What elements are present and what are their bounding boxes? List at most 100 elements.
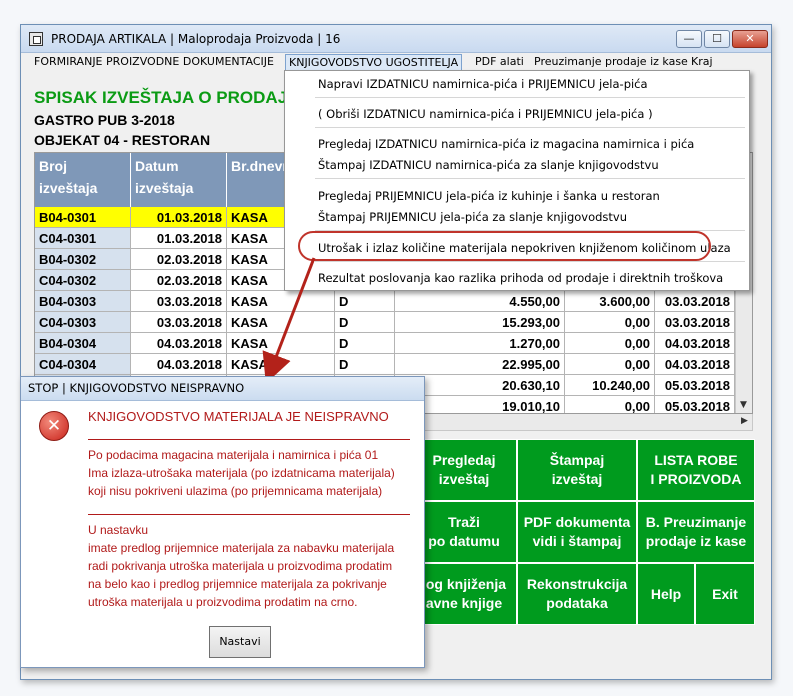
table-cell-broj: C04-0301	[35, 228, 131, 249]
error-icon: ✕	[39, 411, 69, 441]
table-cell-dnevnik: KASA	[227, 291, 335, 312]
table-row[interactable]: B04-0303 03.03.2018 KASA D 4.550,00 3.600,00 0…	[35, 291, 752, 312]
table-cell-iznos2: 0,00	[565, 396, 655, 413]
table-cell-iznos1: 4.550,00	[395, 291, 565, 312]
table-cell-iznos1: 15.293,00	[395, 312, 565, 333]
dialog-text-line: Po podacima magacina materijala i namirn…	[88, 448, 379, 462]
table-cell-dnevnik: KASA	[227, 333, 335, 354]
lista-robe-button[interactable]: LISTA ROBE I PROIZVODA	[637, 439, 755, 501]
page-title: SPISAK IZVEŠTAJA O PRODAJI RO	[34, 88, 323, 107]
menu-formiranje[interactable]: FORMIRANJE PROIZVODNE DOKUMENTACIJE	[31, 54, 277, 71]
pregled-knjizenja-button[interactable]: log knjiženja avne knjige	[411, 563, 517, 625]
table-cell-datum2: 05.03.2018	[655, 375, 735, 396]
pdf-dokumenta-button[interactable]: PDF dokumenta vidi i štampaj	[517, 501, 637, 563]
dialog-text-line: radi pokrivanja utroška materijala u pro…	[88, 559, 393, 573]
dialog-text-line: Ima izlaza-utrošaka materijala (po izdat…	[88, 466, 395, 480]
table-cell-datum2: 04.03.2018	[655, 354, 735, 375]
horizontal-scrollbar[interactable]: ▶	[421, 414, 753, 431]
table-row[interactable]: B04-0304 04.03.2018 KASA D 1.270,00 0,00 04.03…	[35, 333, 752, 354]
table-cell-datum: 02.03.2018	[131, 249, 227, 270]
column-header-broj[interactable]: Broj izveštaja	[35, 153, 131, 207]
table-cell-datum: 01.03.2018	[131, 228, 227, 249]
menu-separator	[315, 97, 745, 98]
table-cell-iznos1: 22.995,00	[395, 354, 565, 375]
scroll-down-icon[interactable]: ▼	[736, 398, 751, 413]
menu-item-stampaj-prijemnicu[interactable]: Štampaj PRIJEMNICU jela-pića za slanje k…	[318, 210, 627, 224]
table-cell-datum: 03.03.2018	[131, 312, 227, 333]
dialog-text-line: imate predlog prijemnice materijala za n…	[88, 541, 395, 555]
stampaj-izvestaj-button[interactable]: Štampaj izveštaj	[517, 439, 637, 501]
table-cell-iznos2: 0,00	[565, 333, 655, 354]
table-cell-tip: D	[335, 333, 395, 354]
menu-item-rezultat-poslovanja[interactable]: Rezultat poslovanja kao razlika prihoda …	[318, 271, 723, 285]
exit-button[interactable]: Exit	[695, 563, 755, 625]
table-cell-broj: C04-0303	[35, 312, 131, 333]
table-cell-datum2: 05.03.2018	[655, 396, 735, 413]
menu-separator	[315, 127, 745, 128]
menu-item-pregledaj-prijemnicu[interactable]: Pregledaj PRIJEMNICU jela-pića iz kuhinj…	[318, 189, 660, 203]
pregledaj-izvestaj-button[interactable]: Pregledaj izveštaj	[411, 439, 517, 501]
minimize-button[interactable]: —	[676, 30, 702, 48]
table-cell-iznos2: 0,00	[565, 312, 655, 333]
table-cell-datum: 04.03.2018	[131, 354, 227, 375]
dialog-text-line: utroška materijala u proizvodima prodati…	[88, 595, 358, 609]
table-cell-iznos2: 3.600,00	[565, 291, 655, 312]
table-cell-datum: 01.03.2018	[131, 207, 227, 228]
maximize-button[interactable]: ☐	[704, 30, 730, 48]
rekonstrukcija-button[interactable]: Rekonstrukcija podataka	[517, 563, 637, 625]
table-cell-broj: B04-0304	[35, 333, 131, 354]
trazi-po-datumu-button[interactable]: Traži po datumu	[411, 501, 517, 563]
menu-item-napravi-izdatnicu[interactable]: Napravi IZDATNICU namirnica-pića i PRIJE…	[318, 77, 648, 91]
window-title: PRODAJA ARTIKALA | Maloprodaja Proizvoda…	[51, 32, 341, 46]
close-button[interactable]: ✕	[732, 30, 768, 48]
table-cell-datum: 03.03.2018	[131, 291, 227, 312]
table-cell-broj: C04-0304	[35, 354, 131, 375]
table-cell-dnevnik: KASA	[227, 354, 335, 375]
app-icon	[29, 32, 43, 46]
company-name: GASTRO PUB 3-2018	[34, 112, 175, 128]
table-cell-broj: C04-0302	[35, 270, 131, 291]
help-button[interactable]: Help	[637, 563, 695, 625]
table-cell-iznos1: 1.270,00	[395, 333, 565, 354]
dialog-divider	[88, 439, 410, 440]
scroll-right-icon[interactable]: ▶	[737, 414, 752, 429]
menu-knjigovodstvo[interactable]: KNJIGOVODSTVO UGOSTITELJA	[285, 54, 463, 71]
menu-separator	[315, 178, 745, 179]
menu-separator	[315, 261, 745, 262]
menu-item-obrisi-izdatnicu[interactable]: ( Obriši IZDATNICU namirnica-pića i PRIJ…	[318, 107, 653, 121]
table-cell-tip: D	[335, 354, 395, 375]
table-cell-iznos2: 10.240,00	[565, 375, 655, 396]
error-dialog: STOP | KNJIGOVODSTVO NEISPRAVNO ✕ KNJIGO…	[20, 376, 425, 668]
table-cell-tip: D	[335, 291, 395, 312]
table-cell-broj: B04-0301	[35, 207, 131, 228]
menu-item-pregledaj-izdatnicu[interactable]: Pregledaj IZDATNICU namirnica-pića iz ma…	[318, 137, 694, 151]
dialog-text-line: U nastavku	[88, 523, 149, 537]
nastavi-button[interactable]: Nastavi	[209, 626, 271, 658]
table-cell-iznos2: 0,00	[565, 354, 655, 375]
table-row[interactable]: C04-0303 03.03.2018 KASA D 15.293,00 0,00 03.0…	[35, 312, 752, 333]
table-cell-tip: D	[335, 312, 395, 333]
menu-preuzimanje[interactable]: Preuzimanje prodaje iz kase	[531, 54, 691, 71]
table-cell-broj: B04-0303	[35, 291, 131, 312]
menu-item-stampaj-izdatnicu[interactable]: Štampaj IZDATNICU namirnica-pića za slan…	[318, 158, 659, 172]
menu-pdf-alati[interactable]: PDF alati	[472, 54, 527, 71]
table-cell-broj: B04-0302	[35, 249, 131, 270]
table-row[interactable]: C04-0304 04.03.2018 KASA D 22.995,00 0,00 04.0…	[35, 354, 752, 375]
dialog-text-line: na belo kao i predlog prijemnice materij…	[88, 577, 387, 591]
column-header-datum[interactable]: Datum izveštaja	[131, 153, 227, 207]
table-cell-dnevnik: KASA	[227, 312, 335, 333]
preuzimanje-prodaje-button[interactable]: B. Preuzimanje prodaje iz kase	[637, 501, 755, 563]
table-cell-datum: 04.03.2018	[131, 333, 227, 354]
title-bar[interactable]: PRODAJA ARTIKALA | Maloprodaja Proizvoda…	[21, 25, 771, 53]
menu-kraj[interactable]: Kraj	[688, 54, 716, 71]
dialog-text-line: koji nisu pokriveni ulazima (po prijemni…	[88, 484, 383, 498]
table-cell-datum2: 03.03.2018	[655, 312, 735, 333]
table-cell-datum: 02.03.2018	[131, 270, 227, 291]
object-name: OBJEKAT 04 - RESTORAN	[34, 132, 211, 148]
table-cell-datum2: 04.03.2018	[655, 333, 735, 354]
table-cell-datum2: 03.03.2018	[655, 291, 735, 312]
dialog-divider	[88, 514, 410, 515]
dialog-title[interactable]: STOP | KNJIGOVODSTVO NEISPRAVNO	[21, 377, 424, 401]
dialog-heading: KNJIGOVODSTVO MATERIJALA JE NEISPRAVNO	[88, 409, 389, 424]
highlight-oval	[298, 231, 711, 261]
